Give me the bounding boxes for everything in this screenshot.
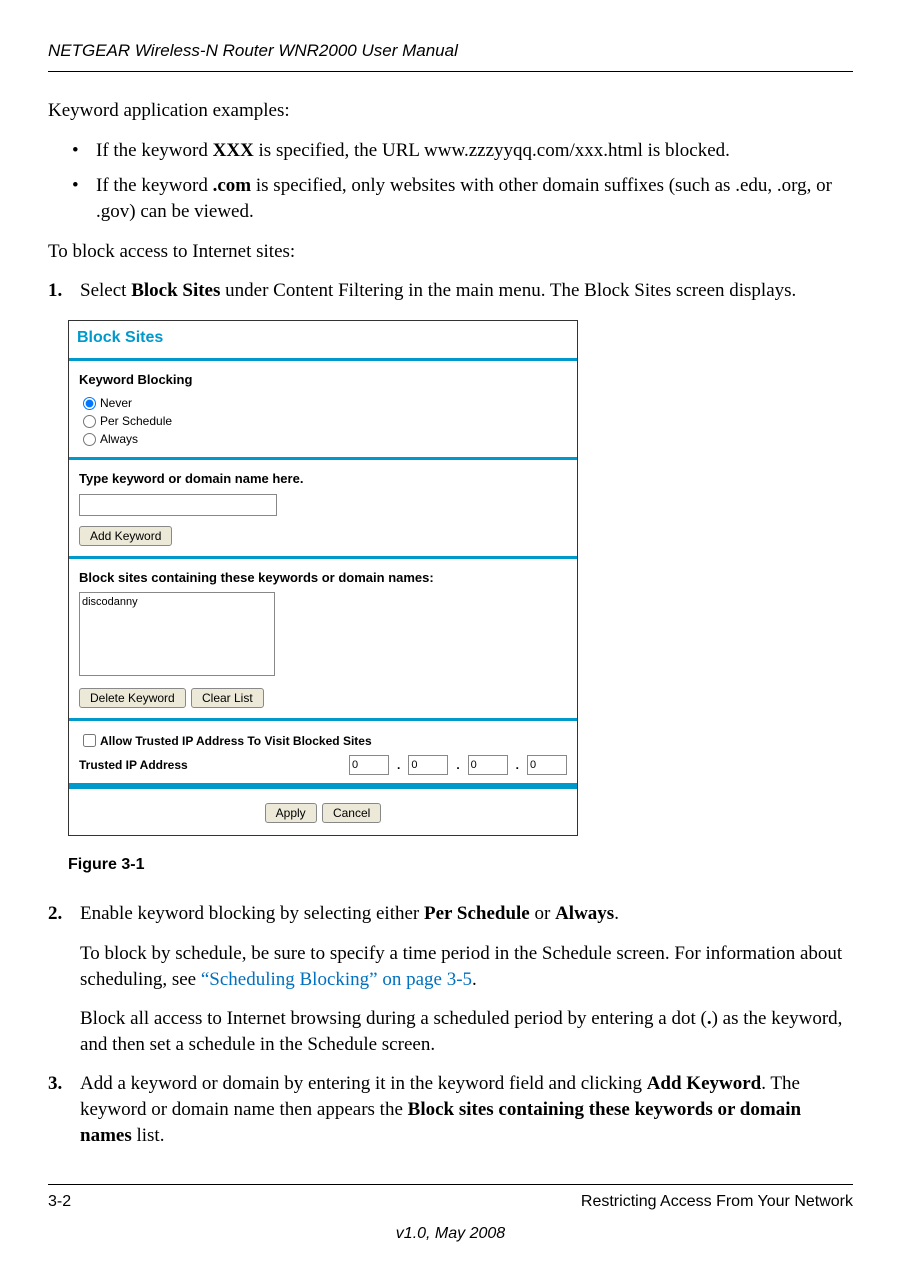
delete-keyword-button[interactable]: Delete Keyword bbox=[79, 688, 186, 708]
allow-trusted-checkbox[interactable]: Allow Trusted IP Address To Visit Blocke… bbox=[83, 733, 567, 749]
clear-list-button[interactable]: Clear List bbox=[191, 688, 264, 708]
cross-ref-link[interactable]: “Scheduling Blocking” on page 3-5 bbox=[201, 969, 472, 990]
step-text: Enable keyword blocking by selecting eit… bbox=[80, 901, 619, 927]
radio-per-schedule[interactable]: Per Schedule bbox=[83, 413, 567, 429]
doc-header: NETGEAR Wireless-N Router WNR2000 User M… bbox=[48, 40, 853, 72]
section-label: Keyword Blocking bbox=[79, 371, 567, 389]
add-keyword-button[interactable]: Add Keyword bbox=[79, 526, 172, 546]
checkbox-input[interactable] bbox=[83, 734, 96, 747]
text: is specified, the URL www.zzzyyqq.com/xx… bbox=[254, 140, 730, 161]
trusted-ip-section: Allow Trusted IP Address To Visit Blocke… bbox=[69, 721, 577, 786]
option-bold: Per Schedule bbox=[424, 903, 530, 924]
text: Add a keyword or domain by entering it i… bbox=[80, 1073, 647, 1094]
radio-input[interactable] bbox=[83, 415, 96, 428]
text: . bbox=[472, 969, 477, 990]
text: If the keyword bbox=[96, 140, 213, 161]
bullet-marker: • bbox=[72, 138, 96, 164]
text: list. bbox=[132, 1125, 165, 1146]
list-item[interactable]: discodanny bbox=[82, 595, 272, 610]
radio-label: Always bbox=[100, 431, 138, 447]
cancel-button[interactable]: Cancel bbox=[322, 803, 381, 823]
button-name-bold: Add Keyword bbox=[647, 1073, 762, 1094]
panel-title: Block Sites bbox=[69, 321, 577, 362]
checkbox-label: Allow Trusted IP Address To Visit Blocke… bbox=[100, 733, 372, 749]
apply-button[interactable]: Apply bbox=[265, 803, 317, 823]
radio-never[interactable]: Never bbox=[83, 395, 567, 411]
step-number: 2. bbox=[48, 901, 80, 927]
radio-input[interactable] bbox=[83, 397, 96, 410]
text: Select bbox=[80, 280, 131, 301]
radio-label: Never bbox=[100, 395, 132, 411]
keyword-listbox[interactable]: discodanny bbox=[79, 592, 275, 676]
ip-octet-2[interactable] bbox=[408, 755, 448, 775]
ip-octet-1[interactable] bbox=[349, 755, 389, 775]
trusted-ip-label: Trusted IP Address bbox=[79, 757, 188, 773]
doc-version: v1.0, May 2008 bbox=[48, 1223, 853, 1245]
page-number: 3-2 bbox=[48, 1191, 71, 1213]
radio-label: Per Schedule bbox=[100, 413, 172, 429]
step-number: 1. bbox=[48, 278, 80, 304]
bullet-item: • If the keyword .com is specified, only… bbox=[72, 173, 853, 224]
text: Enable keyword blocking by selecting eit… bbox=[80, 903, 424, 924]
step-text: Add a keyword or domain by entering it i… bbox=[80, 1071, 853, 1148]
panel-footer: Apply Cancel bbox=[69, 786, 577, 835]
section-label: Type keyword or domain name here. bbox=[79, 470, 567, 488]
keyword-blocking-section: Keyword Blocking Never Per Schedule Alwa… bbox=[69, 361, 577, 460]
block-sites-screenshot: Block Sites Keyword Blocking Never Per S… bbox=[68, 320, 578, 836]
text: Block all access to Internet browsing du… bbox=[80, 1008, 707, 1029]
bullet-marker: • bbox=[72, 173, 96, 224]
type-keyword-section: Type keyword or domain name here. Add Ke… bbox=[69, 460, 577, 558]
section-label: Block sites containing these keywords or… bbox=[79, 569, 567, 587]
text: or bbox=[530, 903, 555, 924]
page-footer: 3-2 Restricting Access From Your Network bbox=[48, 1184, 853, 1213]
text: under Content Filtering in the main menu… bbox=[220, 280, 796, 301]
lead-para: To block access to Internet sites: bbox=[48, 239, 853, 265]
bullet-item: • If the keyword XXX is specified, the U… bbox=[72, 138, 853, 164]
radio-always[interactable]: Always bbox=[83, 431, 567, 447]
keyword-bold: .com bbox=[213, 175, 252, 196]
step-text: Select Block Sites under Content Filteri… bbox=[80, 278, 796, 304]
chapter-title: Restricting Access From Your Network bbox=[581, 1191, 853, 1213]
ip-octet-3[interactable] bbox=[468, 755, 508, 775]
block-list-section: Block sites containing these keywords or… bbox=[69, 559, 577, 721]
intro-para: Keyword application examples: bbox=[48, 98, 853, 124]
radio-input[interactable] bbox=[83, 433, 96, 446]
text: If the keyword bbox=[96, 175, 213, 196]
menu-name-bold: Block Sites bbox=[131, 280, 220, 301]
bullet-text: If the keyword .com is specified, only w… bbox=[96, 173, 853, 224]
bullet-text: If the keyword XXX is specified, the URL… bbox=[96, 138, 730, 164]
keyword-bold: XXX bbox=[213, 140, 254, 161]
step-1: 1. Select Block Sites under Content Filt… bbox=[48, 278, 853, 304]
option-bold: Always bbox=[555, 903, 614, 924]
keyword-input[interactable] bbox=[79, 494, 277, 516]
figure-caption: Figure 3-1 bbox=[68, 854, 853, 876]
ip-octet-4[interactable] bbox=[527, 755, 567, 775]
step-2: 2. Enable keyword blocking by selecting … bbox=[48, 901, 853, 927]
step-number: 3. bbox=[48, 1071, 80, 1148]
step-2-sub-para: To block by schedule, be sure to specify… bbox=[80, 941, 853, 992]
trusted-ip-row: Trusted IP Address . . . bbox=[79, 755, 567, 775]
text: . bbox=[614, 903, 619, 924]
step-2-sub-para: Block all access to Internet browsing du… bbox=[80, 1006, 853, 1057]
step-3: 3. Add a keyword or domain by entering i… bbox=[48, 1071, 853, 1148]
